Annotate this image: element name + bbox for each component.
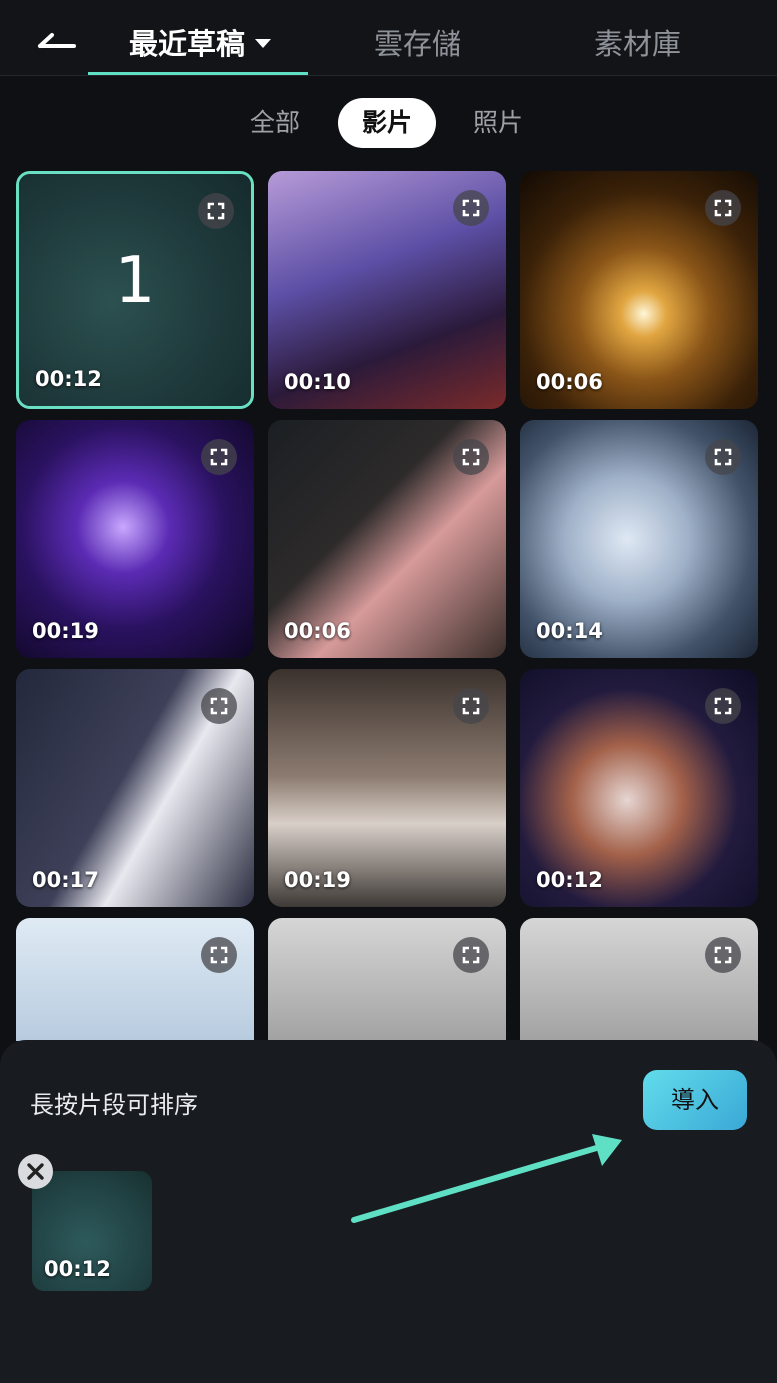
expand-preview-button[interactable]: [705, 190, 741, 226]
expand-preview-button[interactable]: [201, 688, 237, 724]
tab-cloud-storage[interactable]: 雲存儲: [330, 18, 505, 70]
remove-clip-button[interactable]: [18, 1154, 53, 1189]
expand-preview-button[interactable]: [453, 190, 489, 226]
media-tile[interactable]: 00:06: [268, 420, 506, 658]
expand-icon: [462, 946, 480, 964]
media-tile[interactable]: 00:06: [520, 171, 758, 409]
back-button[interactable]: [30, 22, 82, 56]
expand-preview-button[interactable]: [705, 439, 741, 475]
expand-icon: [714, 448, 732, 466]
filter-all[interactable]: 全部: [235, 98, 315, 148]
tab-recent-drafts-label: 最近草稿: [128, 27, 245, 61]
filter-video[interactable]: 影片: [338, 98, 436, 148]
expand-icon: [714, 199, 732, 217]
expand-icon: [714, 697, 732, 715]
tab-recent-drafts[interactable]: 最近草稿: [100, 18, 300, 70]
close-icon: [27, 1163, 44, 1180]
active-tab-indicator: [88, 72, 308, 75]
expand-preview-button[interactable]: [198, 193, 234, 229]
expand-preview-button[interactable]: [705, 937, 741, 973]
reorder-hint: 長按片段可排序: [30, 1091, 198, 1119]
expand-preview-button[interactable]: [201, 439, 237, 475]
video-duration: 00:06: [536, 370, 603, 394]
selected-clip-duration: 00:12: [44, 1257, 111, 1281]
selection-number: 1: [114, 244, 156, 318]
video-duration: 00:12: [536, 868, 603, 892]
video-duration: 00:17: [32, 868, 99, 892]
tab-cloud-storage-label: 雲存儲: [373, 27, 461, 61]
selection-sheet: 長按片段可排序 導入 00:12: [0, 1040, 777, 1383]
expand-icon: [210, 448, 228, 466]
media-tile[interactable]: [16, 918, 254, 1041]
media-filter-bar: 全部 影片 照片: [0, 98, 777, 150]
expand-icon: [210, 946, 228, 964]
expand-icon: [462, 448, 480, 466]
expand-icon: [210, 697, 228, 715]
video-duration: 00:06: [284, 619, 351, 643]
filter-photo[interactable]: 照片: [458, 98, 538, 148]
expand-icon: [462, 199, 480, 217]
video-duration: 00:14: [536, 619, 603, 643]
expand-preview-button[interactable]: [453, 439, 489, 475]
expand-preview-button[interactable]: [201, 937, 237, 973]
caret-down-icon: [255, 38, 271, 48]
media-tile[interactable]: 00:12: [520, 669, 758, 907]
media-tile[interactable]: [268, 918, 506, 1041]
video-duration: 00:12: [35, 367, 102, 391]
expand-icon: [462, 697, 480, 715]
expand-preview-button[interactable]: [705, 688, 741, 724]
tab-material-library-label: 素材庫: [593, 27, 681, 61]
video-duration: 00:19: [32, 619, 99, 643]
expand-icon: [714, 946, 732, 964]
media-tile[interactable]: 1 00:12: [16, 171, 254, 409]
media-tile[interactable]: 00:10: [268, 171, 506, 409]
media-tile[interactable]: 00:17: [16, 669, 254, 907]
expand-icon: [207, 202, 225, 220]
media-tile[interactable]: 00:14: [520, 420, 758, 658]
top-bar: 最近草稿 雲存儲 素材庫: [0, 0, 777, 76]
expand-preview-button[interactable]: [453, 688, 489, 724]
video-duration: 00:10: [284, 370, 351, 394]
pointer-arrow-icon: [351, 1134, 622, 1223]
selected-clip[interactable]: 00:12: [32, 1171, 152, 1291]
expand-preview-button[interactable]: [453, 937, 489, 973]
video-duration: 00:19: [284, 868, 351, 892]
tab-material-library[interactable]: 素材庫: [550, 18, 725, 70]
media-tile[interactable]: [520, 918, 758, 1041]
media-tile[interactable]: 00:19: [16, 420, 254, 658]
import-button[interactable]: 導入: [643, 1070, 747, 1130]
media-tile[interactable]: 00:19: [268, 669, 506, 907]
back-arrow-icon: [38, 33, 76, 48]
media-grid: 1 00:12 00:10 00:06 00:19 00:06 00:14 00…: [16, 171, 761, 1041]
